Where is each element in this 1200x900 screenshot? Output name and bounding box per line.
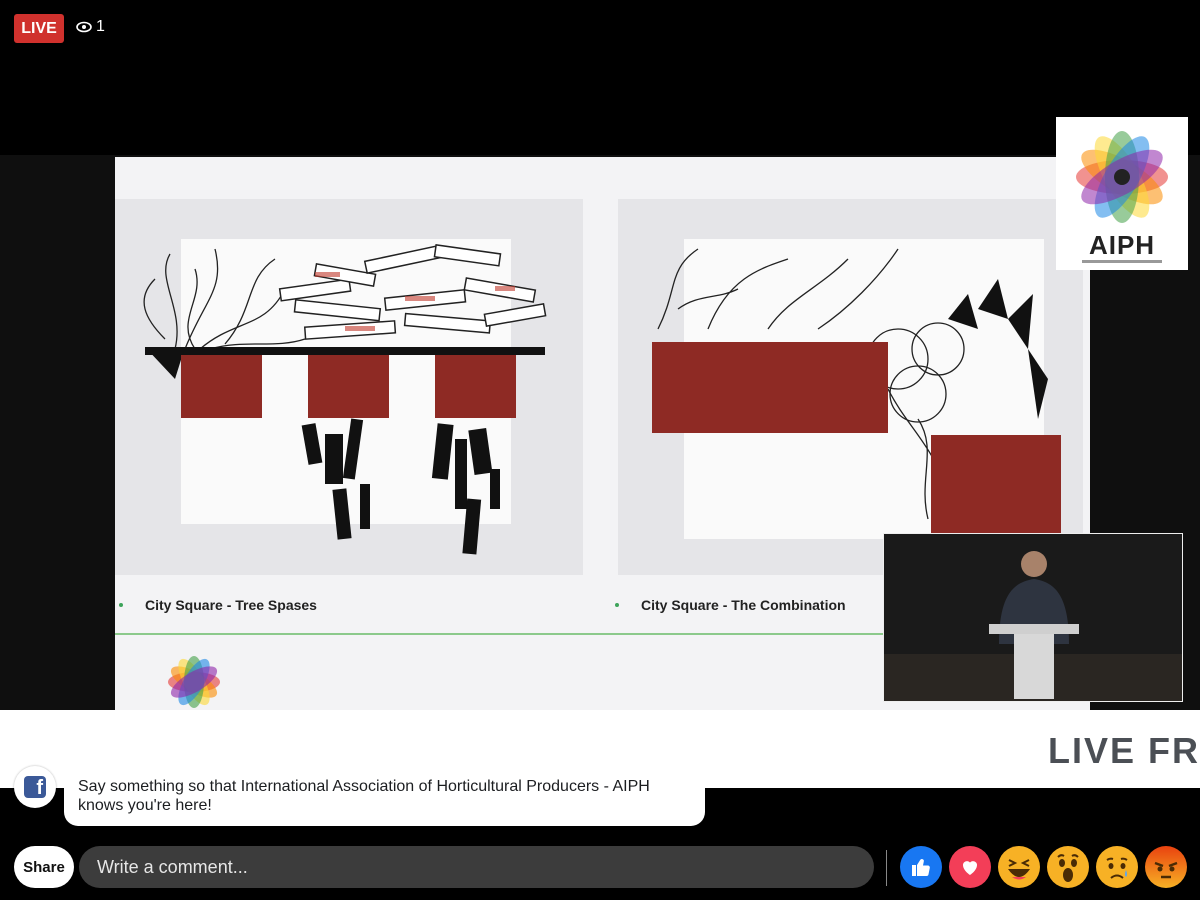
aiph-logo-text: AIPH — [1088, 230, 1156, 260]
caption-text: City Square - The Combination — [641, 597, 846, 613]
thumbs-up-icon — [912, 859, 930, 877]
like-reaction-button[interactable] — [900, 846, 942, 888]
composer-divider — [886, 850, 887, 886]
live-badge: LIVE — [14, 14, 64, 43]
share-button[interactable]: Share — [14, 846, 74, 888]
caption-text: City Square - Tree Spases — [145, 597, 317, 613]
facebook-icon: f — [24, 776, 46, 799]
sad-face-icon — [1106, 857, 1128, 879]
slide-image-tree-spaces — [115, 199, 583, 575]
comment-input[interactable] — [79, 846, 874, 888]
viewer-count: 1 — [76, 18, 105, 36]
heart-icon — [963, 861, 977, 875]
speaker-video[interactable] — [883, 533, 1183, 702]
banner-text: LIVE FR — [1047, 730, 1200, 771]
slide-image-combination — [618, 199, 1083, 575]
love-reaction-button[interactable] — [949, 846, 991, 888]
haha-reaction-button[interactable] — [998, 846, 1040, 888]
surprised-face-icon — [1057, 854, 1079, 882]
bullet-dot — [615, 603, 619, 607]
aiph-overlay-logo: AIPH — [1056, 117, 1188, 270]
prompt-bubble: Say something so that International Asso… — [64, 767, 705, 826]
wow-reaction-button[interactable] — [1047, 846, 1089, 888]
angry-face-icon — [1154, 861, 1178, 879]
eye-icon — [76, 21, 92, 33]
viewer-count-value: 1 — [96, 18, 105, 35]
sad-reaction-button[interactable] — [1096, 846, 1138, 888]
caption-tree-spaces: City Square - Tree Spases — [119, 597, 317, 613]
caption-combination: City Square - The Combination — [615, 597, 846, 613]
bullet-dot — [119, 603, 123, 607]
aiph-flower-logo — [168, 656, 220, 708]
angry-reaction-button[interactable] — [1145, 846, 1187, 888]
laughing-face-icon — [1008, 859, 1030, 880]
page-avatar[interactable]: f — [14, 766, 56, 808]
aiph-logo-tagline — [1082, 260, 1162, 263]
aiph-flower-icon — [1076, 131, 1168, 223]
